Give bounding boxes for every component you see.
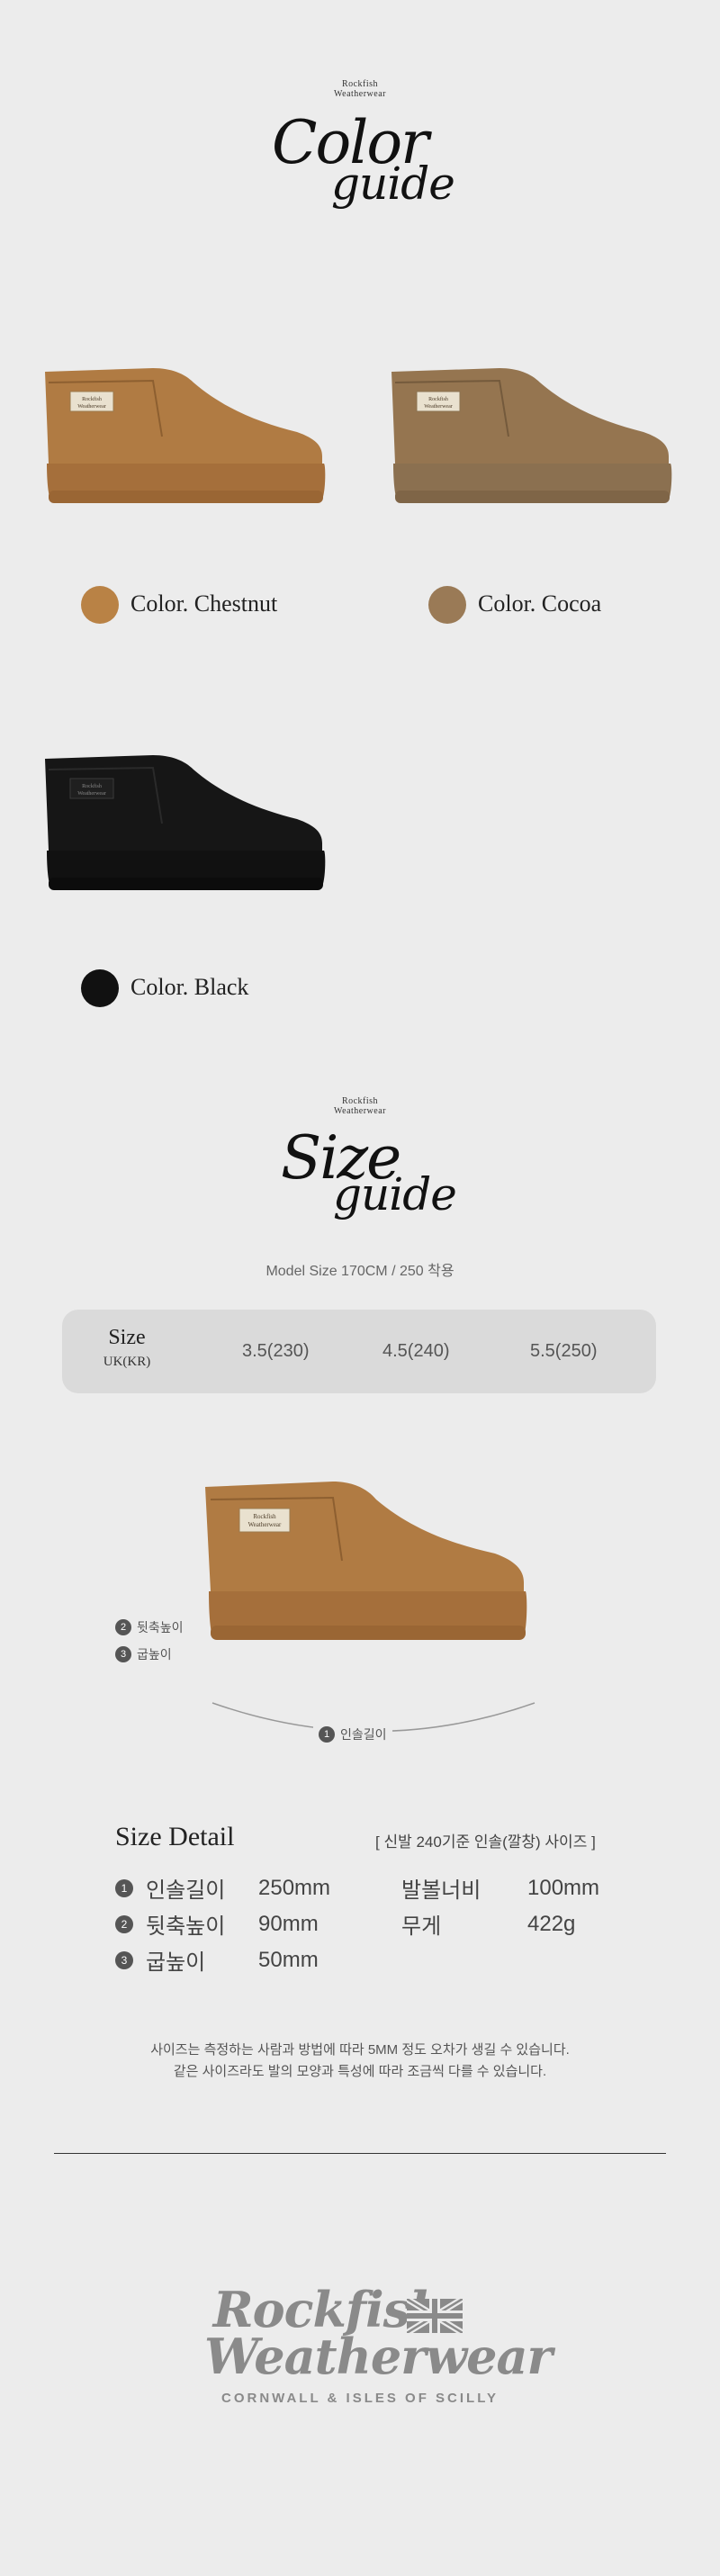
boot-tag-text: Weatherwear (77, 791, 106, 797)
footer-logo: Rockfish Weatherwear (0, 2281, 720, 2385)
brand-line-2: Weatherwear (334, 89, 386, 99)
brand-line-1: Rockfish (341, 1096, 379, 1106)
boot-tag-text: Rockfish (253, 1513, 276, 1520)
detail-row-insole: 1 인솔길이 250mm (115, 1872, 330, 1904)
footer-logo-line-1: Rockfish (212, 2281, 446, 2338)
brand-mark-size: Rockfish Weatherwear (0, 1096, 720, 1116)
num-badge: 1 (115, 1878, 133, 1897)
boot-size-diagram-image: Rockfish Weatherwear (198, 1467, 540, 1692)
detail-row-heel: 2 뒷축높이 90mm (115, 1908, 319, 1940)
detail-label: 인솔길이 (146, 1878, 226, 1903)
size-notice: 사이즈는 측정하는 사람과 방법에 따라 5MM 정도 오차가 생길 수 있습니… (0, 2040, 720, 2083)
detail-value: 50mm (258, 1947, 319, 1972)
brand-mark: Rockfish Weatherwear (0, 79, 720, 99)
detail-label: 뒷축높이 (146, 1914, 226, 1939)
footer-tagline: CORNWALL & ISLES OF SCILLY (220, 2391, 500, 2406)
notice-line: 같은 사이즈라도 발의 모양과 특성에 따라 조금씩 다를 수 있습니다. (173, 2064, 547, 2079)
num-badge: 1 (319, 1726, 335, 1743)
sole-height-label: 굽높이 (137, 1647, 172, 1662)
notice-line: 사이즈는 측정하는 사람과 방법에 따라 5MM 정도 오차가 생길 수 있습니… (150, 2042, 570, 2058)
size-table-sub: UK(KR) (103, 1355, 151, 1369)
divider (54, 2153, 666, 2154)
num-badge: 2 (115, 1619, 131, 1635)
color-guide-subtitle: guide (331, 158, 455, 210)
detail-label: 무게 (401, 1914, 442, 1939)
detail-row-weight: 무게 422g (401, 1908, 575, 1940)
size-option: 5.5(250) (530, 1341, 598, 1361)
brand-line-2: Weatherwear (334, 1106, 386, 1116)
size-table-head: Size (108, 1326, 146, 1349)
insole-length-label: 인솔길이 (340, 1727, 387, 1742)
size-table: Size UK(KR) 3.5(230) 4.5(240) 5.5(250) (62, 1310, 656, 1393)
footer-logo-line-2: Weatherwear (204, 2328, 553, 2385)
size-option: 4.5(240) (382, 1341, 450, 1361)
boot-black-image: Rockfish Weatherwear (36, 743, 333, 932)
heel-height-tag: 2 뒷축높이 (115, 1618, 184, 1636)
size-guide-subtitle: guide (333, 1168, 457, 1220)
detail-value: 100mm (527, 1875, 600, 1900)
detail-label: 발볼너비 (401, 1878, 482, 1903)
num-badge: 2 (115, 1914, 133, 1933)
boot-chestnut-image: Rockfish Weatherwear (36, 356, 333, 545)
num-badge: 3 (115, 1646, 131, 1662)
detail-value: 250mm (258, 1875, 331, 1900)
chestnut-label: Color. Chestnut (130, 590, 278, 617)
boot-tag-text: Weatherwear (424, 404, 453, 410)
boot-cocoa-image: Rockfish Weatherwear (382, 356, 680, 545)
cocoa-swatch (428, 586, 466, 624)
brand-line-1: Rockfish (341, 79, 379, 89)
size-detail-note: [ 신발 240기준 인솔(깔창) 사이즈 ] (375, 1833, 596, 1851)
boot-tag-text: Rockfish (428, 396, 448, 402)
size-option: 3.5(230) (242, 1341, 310, 1361)
detail-label: 굽높이 (146, 1950, 206, 1975)
boot-tag-text: Weatherwear (77, 404, 106, 410)
boot-tag-text: Rockfish (82, 396, 102, 402)
insole-length-tag: 1 인솔길이 (313, 1725, 392, 1743)
num-badge: 3 (115, 1950, 133, 1969)
black-swatch (81, 969, 119, 1007)
detail-row-width: 발볼너비 100mm (401, 1872, 599, 1904)
union-flag-icon (407, 2299, 463, 2333)
boot-tag-text: Rockfish (82, 783, 102, 789)
heel-height-label: 뒷축높이 (137, 1620, 184, 1635)
detail-value: 422g (527, 1911, 576, 1936)
sole-height-tag: 3 굽높이 (115, 1645, 172, 1663)
chestnut-swatch (81, 586, 119, 624)
detail-row-sole: 3 굽높이 50mm (115, 1944, 319, 1976)
size-detail-title: Size Detail (115, 1822, 235, 1851)
model-size-note: Model Size 170CM / 250 착용 (266, 1264, 454, 1279)
detail-value: 90mm (258, 1911, 319, 1936)
cocoa-label: Color. Cocoa (478, 590, 602, 617)
black-label: Color. Black (130, 974, 249, 1000)
boot-tag-text: Weatherwear (248, 1521, 282, 1528)
